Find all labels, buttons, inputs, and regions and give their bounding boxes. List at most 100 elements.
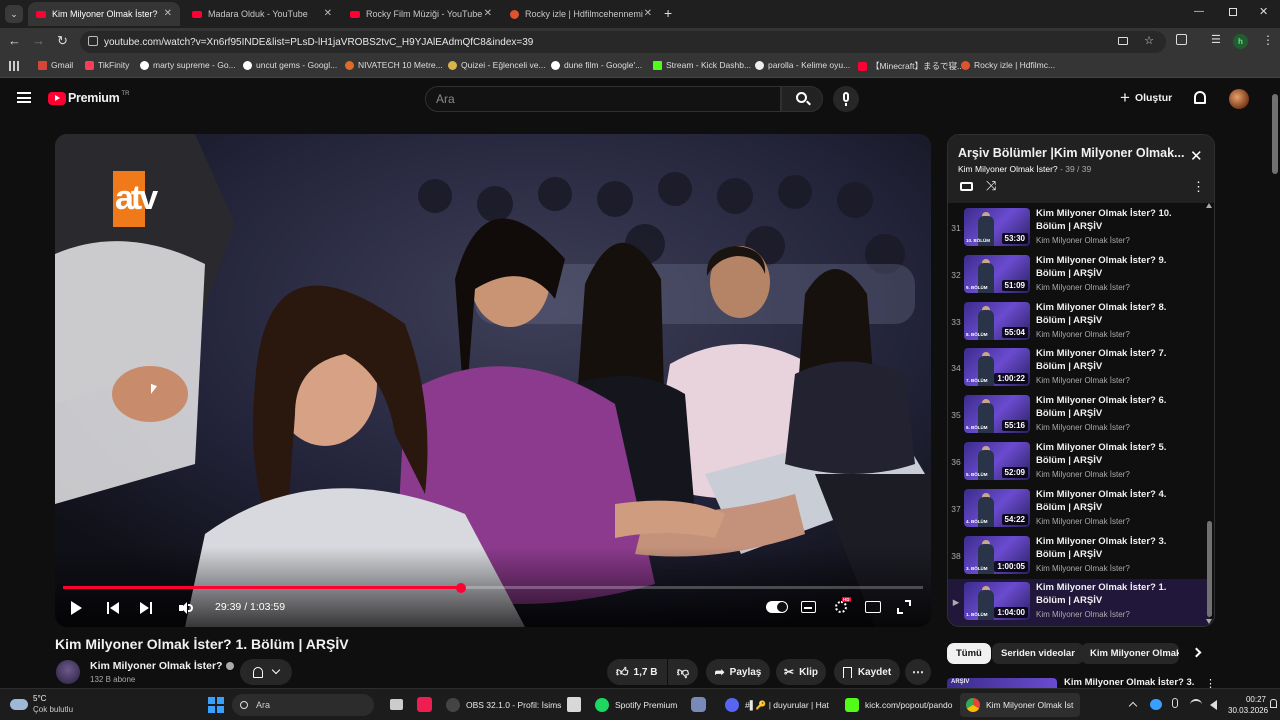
- chips-next-chevron-icon[interactable]: [1191, 647, 1202, 658]
- progress-scrubber[interactable]: [456, 582, 467, 593]
- taskbar-app-chrome[interactable]: Kim Milyoner Olmak İst: [960, 693, 1080, 717]
- volume-icon[interactable]: [1210, 700, 1217, 710]
- next-video-title[interactable]: Kim Milyoner Olmak İster? 3.: [1064, 677, 1194, 688]
- start-button[interactable]: [208, 697, 224, 713]
- playlist-menu-icon[interactable]: ⋮: [1192, 179, 1205, 195]
- playlist-item-thumbnail[interactable]: 3. BÖLÜM 1:00:05: [964, 535, 1030, 574]
- tab-search-button[interactable]: ⌄: [5, 5, 23, 23]
- youtube-logo[interactable]: Premium TR: [48, 91, 129, 105]
- playlist-item-thumbnail[interactable]: 1. BÖLÜM 1:04:00: [964, 582, 1030, 621]
- subscribe-notifications-button[interactable]: [240, 659, 292, 685]
- cast-icon[interactable]: [1118, 37, 1128, 45]
- playlist-item[interactable]: 35 6. BÖLÜM 55:16 Kim Milyoner Olmak İster?…: [948, 392, 1210, 439]
- chip-series-videos[interactable]: Seriden videolar: [992, 643, 1084, 664]
- more-actions-button[interactable]: ⋯: [905, 659, 931, 685]
- address-bar[interactable]: youtube.com/watch?v=Xn6rf95INDE&list=PLs…: [80, 31, 1166, 53]
- tray-app-icon[interactable]: [1150, 699, 1162, 710]
- microphone-icon[interactable]: [1172, 698, 1178, 708]
- playlist-scrollbar-thumb[interactable]: [1207, 521, 1212, 617]
- playlist-item[interactable]: 31 10. BÖLÜM 53:30 Kim Milyoner Olmak İster…: [948, 205, 1210, 252]
- app-icon[interactable]: [691, 697, 706, 712]
- close-tab-icon[interactable]: ✕: [484, 8, 492, 19]
- playlist-item[interactable]: 36 5. BÖLÜM 52:09 Kim Milyoner Olmak İster?…: [948, 439, 1210, 486]
- taskbar-app-discord[interactable]: #▌🔑 | duyurular | Hatcil: [725, 695, 829, 715]
- bookmark-quizei[interactable]: Quizei - Eğlenceli ve...: [448, 60, 546, 70]
- close-tab-icon[interactable]: ✕: [164, 8, 172, 19]
- next-video-thumbnail[interactable]: ARŞİV: [947, 678, 1057, 688]
- browser-menu-icon[interactable]: ⋮: [1262, 33, 1274, 47]
- progress-track[interactable]: [63, 582, 923, 593]
- chip-all[interactable]: Tümü: [947, 643, 991, 664]
- autoplay-toggle[interactable]: [766, 601, 788, 613]
- playlist-item[interactable]: 33 8. BÖLÜM 55:04 Kim Milyoner Olmak İster?…: [948, 299, 1210, 346]
- maximize-window-button[interactable]: [1229, 8, 1237, 16]
- playlist-item-thumbnail[interactable]: 5. BÖLÜM 52:09: [964, 442, 1030, 480]
- settings-button[interactable]: HD: [834, 597, 851, 614]
- clip-button[interactable]: ✂ Klip: [776, 659, 826, 685]
- close-playlist-icon[interactable]: ✕: [1190, 147, 1203, 165]
- close-window-button[interactable]: ✕: [1259, 5, 1268, 18]
- file-app-icon[interactable]: [567, 697, 581, 712]
- site-info-icon[interactable]: [88, 36, 98, 46]
- minimize-window-button[interactable]: —: [1194, 6, 1204, 17]
- bookmark-marty-supreme[interactable]: marty supreme - Go...: [140, 60, 236, 70]
- bookmark-parolla[interactable]: parolla - Kelime oyu...: [755, 60, 850, 70]
- channel-avatar[interactable]: [56, 660, 80, 684]
- playlist-scroll-down-icon[interactable]: [1206, 619, 1212, 624]
- playlist-title[interactable]: Arşiv Bölümler |Kim Milyoner Olmak...: [958, 146, 1184, 160]
- menu-hamburger-icon[interactable]: [17, 92, 31, 103]
- taskbar-app-spotify[interactable]: Spotify Premium: [595, 695, 677, 715]
- fullscreen-button[interactable]: [897, 600, 911, 614]
- playlist-item-thumbnail[interactable]: 9. BÖLÜM 51:09: [964, 254, 1030, 293]
- taskbar-search[interactable]: Ara: [232, 694, 374, 716]
- profile-avatar[interactable]: h: [1233, 34, 1248, 49]
- bookmark-star-icon[interactable]: ☆: [1144, 34, 1154, 47]
- tab-kim-milyoner[interactable]: Kim Milyoner Olmak İster? 1. Bö ✕: [28, 2, 180, 26]
- wifi-icon[interactable]: [1190, 699, 1202, 711]
- close-tab-icon[interactable]: ✕: [324, 8, 332, 19]
- bookmark-kick-dashboard[interactable]: Stream - Kick Dashb...: [653, 60, 751, 70]
- tab-rocky-film[interactable]: Rocky izle | Hdfilmcehennemi | ✕: [502, 2, 660, 26]
- tab-madara[interactable]: Madara Olduk - YouTube ✕: [184, 2, 340, 26]
- chip-channel[interactable]: Kim Milyoner Olmak İster?: [1081, 643, 1179, 664]
- forward-icon[interactable]: →: [32, 33, 45, 48]
- playlist-item-thumbnail[interactable]: 4. BÖLÜM 54:22: [964, 488, 1030, 527]
- bookmark-tikfinity[interactable]: TikFinity: [85, 60, 129, 70]
- clock[interactable]: 00:27 30.03.2026: [1228, 694, 1268, 716]
- playlist-item[interactable]: ▶ 1. BÖLÜM 1:04:00 Kim Milyoner Olmak İster…: [948, 579, 1210, 626]
- page-scrollbar-thumb[interactable]: [1272, 94, 1278, 174]
- extensions-icon[interactable]: [1176, 34, 1187, 45]
- playlist-item[interactable]: 32 9. BÖLÜM 51:09 Kim Milyoner Olmak İster?…: [948, 252, 1210, 299]
- reload-icon[interactable]: ↻: [57, 33, 68, 49]
- user-avatar[interactable]: [1229, 89, 1249, 109]
- bookmark-uncut-gems[interactable]: uncut gems - Googl...: [243, 60, 337, 70]
- loop-playlist-icon[interactable]: [960, 182, 973, 191]
- notification-bell-icon[interactable]: [1270, 699, 1277, 708]
- bookmark-gmail[interactable]: Gmail: [38, 60, 73, 70]
- playlist-scroll-up-icon[interactable]: [1206, 203, 1212, 208]
- apps-grid-icon[interactable]: [9, 61, 19, 71]
- bookmark-dune[interactable]: dune film - Google'...: [551, 60, 642, 70]
- playlist-item[interactable]: 34 7. BÖLÜM 1:00:22 Kim Milyoner Olmak İste…: [948, 345, 1210, 392]
- playlist-item[interactable]: 38 3. BÖLÜM 1:00:05 Kim Milyoner Olmak İste…: [948, 533, 1210, 580]
- bookmark-nivatech[interactable]: NIVATECH 10 Metre...: [345, 60, 443, 70]
- search-input[interactable]: Ara: [425, 86, 781, 112]
- taskbar-app-kick[interactable]: kick.com/popout/pando: [845, 695, 955, 715]
- playlist-item-thumbnail[interactable]: 10. BÖLÜM 53:30: [964, 208, 1030, 246]
- notifications-bell-icon[interactable]: [1194, 91, 1206, 104]
- new-tab-button[interactable]: +: [664, 5, 672, 21]
- shuffle-icon[interactable]: ⤨: [986, 178, 996, 194]
- play-button[interactable]: [71, 601, 82, 615]
- task-view-icon[interactable]: [390, 699, 403, 710]
- channel-name[interactable]: Kim Milyoner Olmak İster?: [90, 660, 235, 672]
- close-tab-icon[interactable]: ✕: [644, 8, 652, 19]
- voice-search-button[interactable]: [833, 86, 859, 112]
- subtitles-button[interactable]: [801, 601, 816, 613]
- like-button[interactable]: 👍︎ 1,7 B: [607, 659, 667, 685]
- bookmark-minecraft[interactable]: 【Minecraft】まるで寝...: [858, 60, 964, 72]
- reading-list-icon[interactable]: ☰: [1211, 33, 1221, 46]
- next-button[interactable]: [140, 601, 153, 615]
- create-button[interactable]: + Oluştur: [1120, 89, 1172, 106]
- bookmark-rocky[interactable]: Rocky izle | Hdfilmc...: [961, 60, 1055, 70]
- playlist-channel[interactable]: Kim Milyoner Olmak İster?: [958, 164, 1058, 174]
